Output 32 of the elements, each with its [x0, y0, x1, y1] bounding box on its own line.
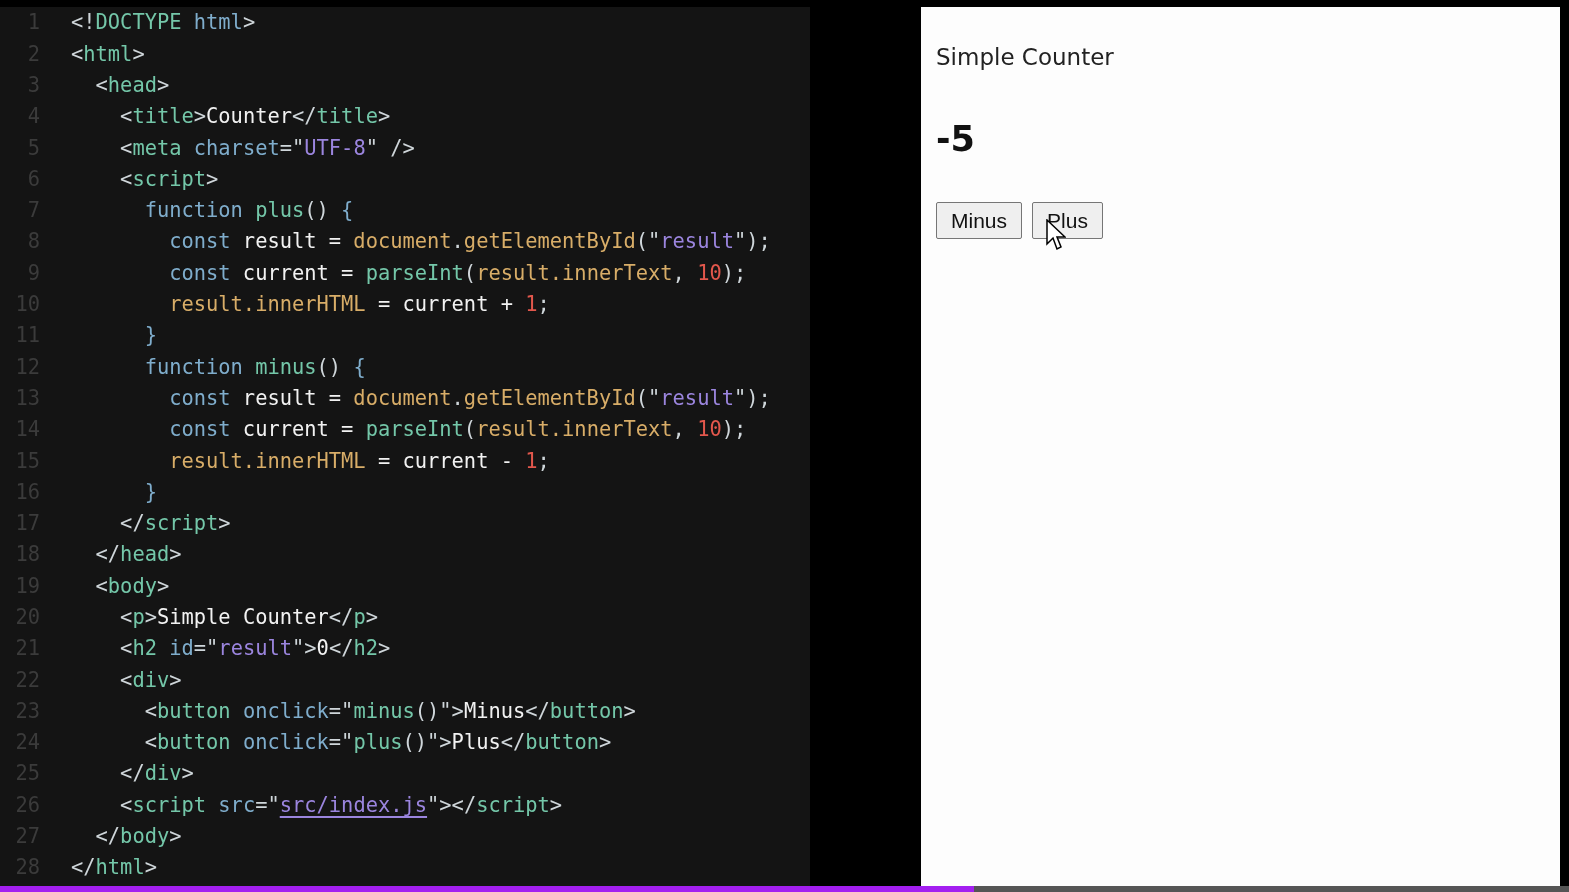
- code-line: <script src="src/index.js"></script>: [119, 791, 563, 819]
- code-line: result.innerHTML = current - 1;: [168, 447, 550, 475]
- code-line: <button onclick="minus()">Minus</button>: [143, 697, 636, 725]
- code-line: const current = parseInt(result.innerText, 10);: [168, 416, 747, 444]
- code-line: <!DOCTYPE html>: [71, 9, 256, 37]
- code-line: <h2 id="result">0</h2>: [119, 635, 391, 663]
- code-line: }: [143, 322, 157, 350]
- code-line: <div>: [119, 666, 182, 694]
- code-line: const current = parseInt(result.innerText, 10);: [168, 259, 747, 287]
- code-line: <meta charset="UTF-8" />: [119, 134, 415, 162]
- paragraph-text: Simple Counter: [936, 43, 1115, 72]
- progress-bar[interactable]: [0, 886, 1569, 892]
- code-line: function minus() {: [143, 353, 366, 381]
- code-line: result.innerHTML = current + 1;: [168, 291, 550, 318]
- result-heading: -5: [936, 121, 976, 157]
- code-line: }: [143, 478, 157, 506]
- counter-button[interactable]: Minus: [936, 201, 1023, 239]
- code-line: function plus() {: [143, 197, 354, 225]
- code-line: <title>Counter</title>: [119, 103, 391, 131]
- code-line: </script>: [119, 510, 231, 538]
- code-line: <button onclick="plus()">Plus</button>: [143, 729, 612, 757]
- code-line: </head>: [94, 541, 182, 569]
- code-line: <head>: [94, 71, 170, 99]
- code-line: const result = document.getElementById("result");: [168, 384, 771, 412]
- code-line: const result = document.getElementById("result");: [168, 228, 771, 256]
- code-line: </body>: [94, 823, 182, 851]
- code-line: </html>: [71, 854, 157, 882]
- code-line: <script>: [119, 165, 219, 193]
- code-line: <body>: [94, 572, 170, 600]
- code-line: </div>: [119, 760, 194, 788]
- code-line: <html>: [71, 40, 145, 68]
- code-line: <p>Simple Counter</p>: [119, 604, 378, 631]
